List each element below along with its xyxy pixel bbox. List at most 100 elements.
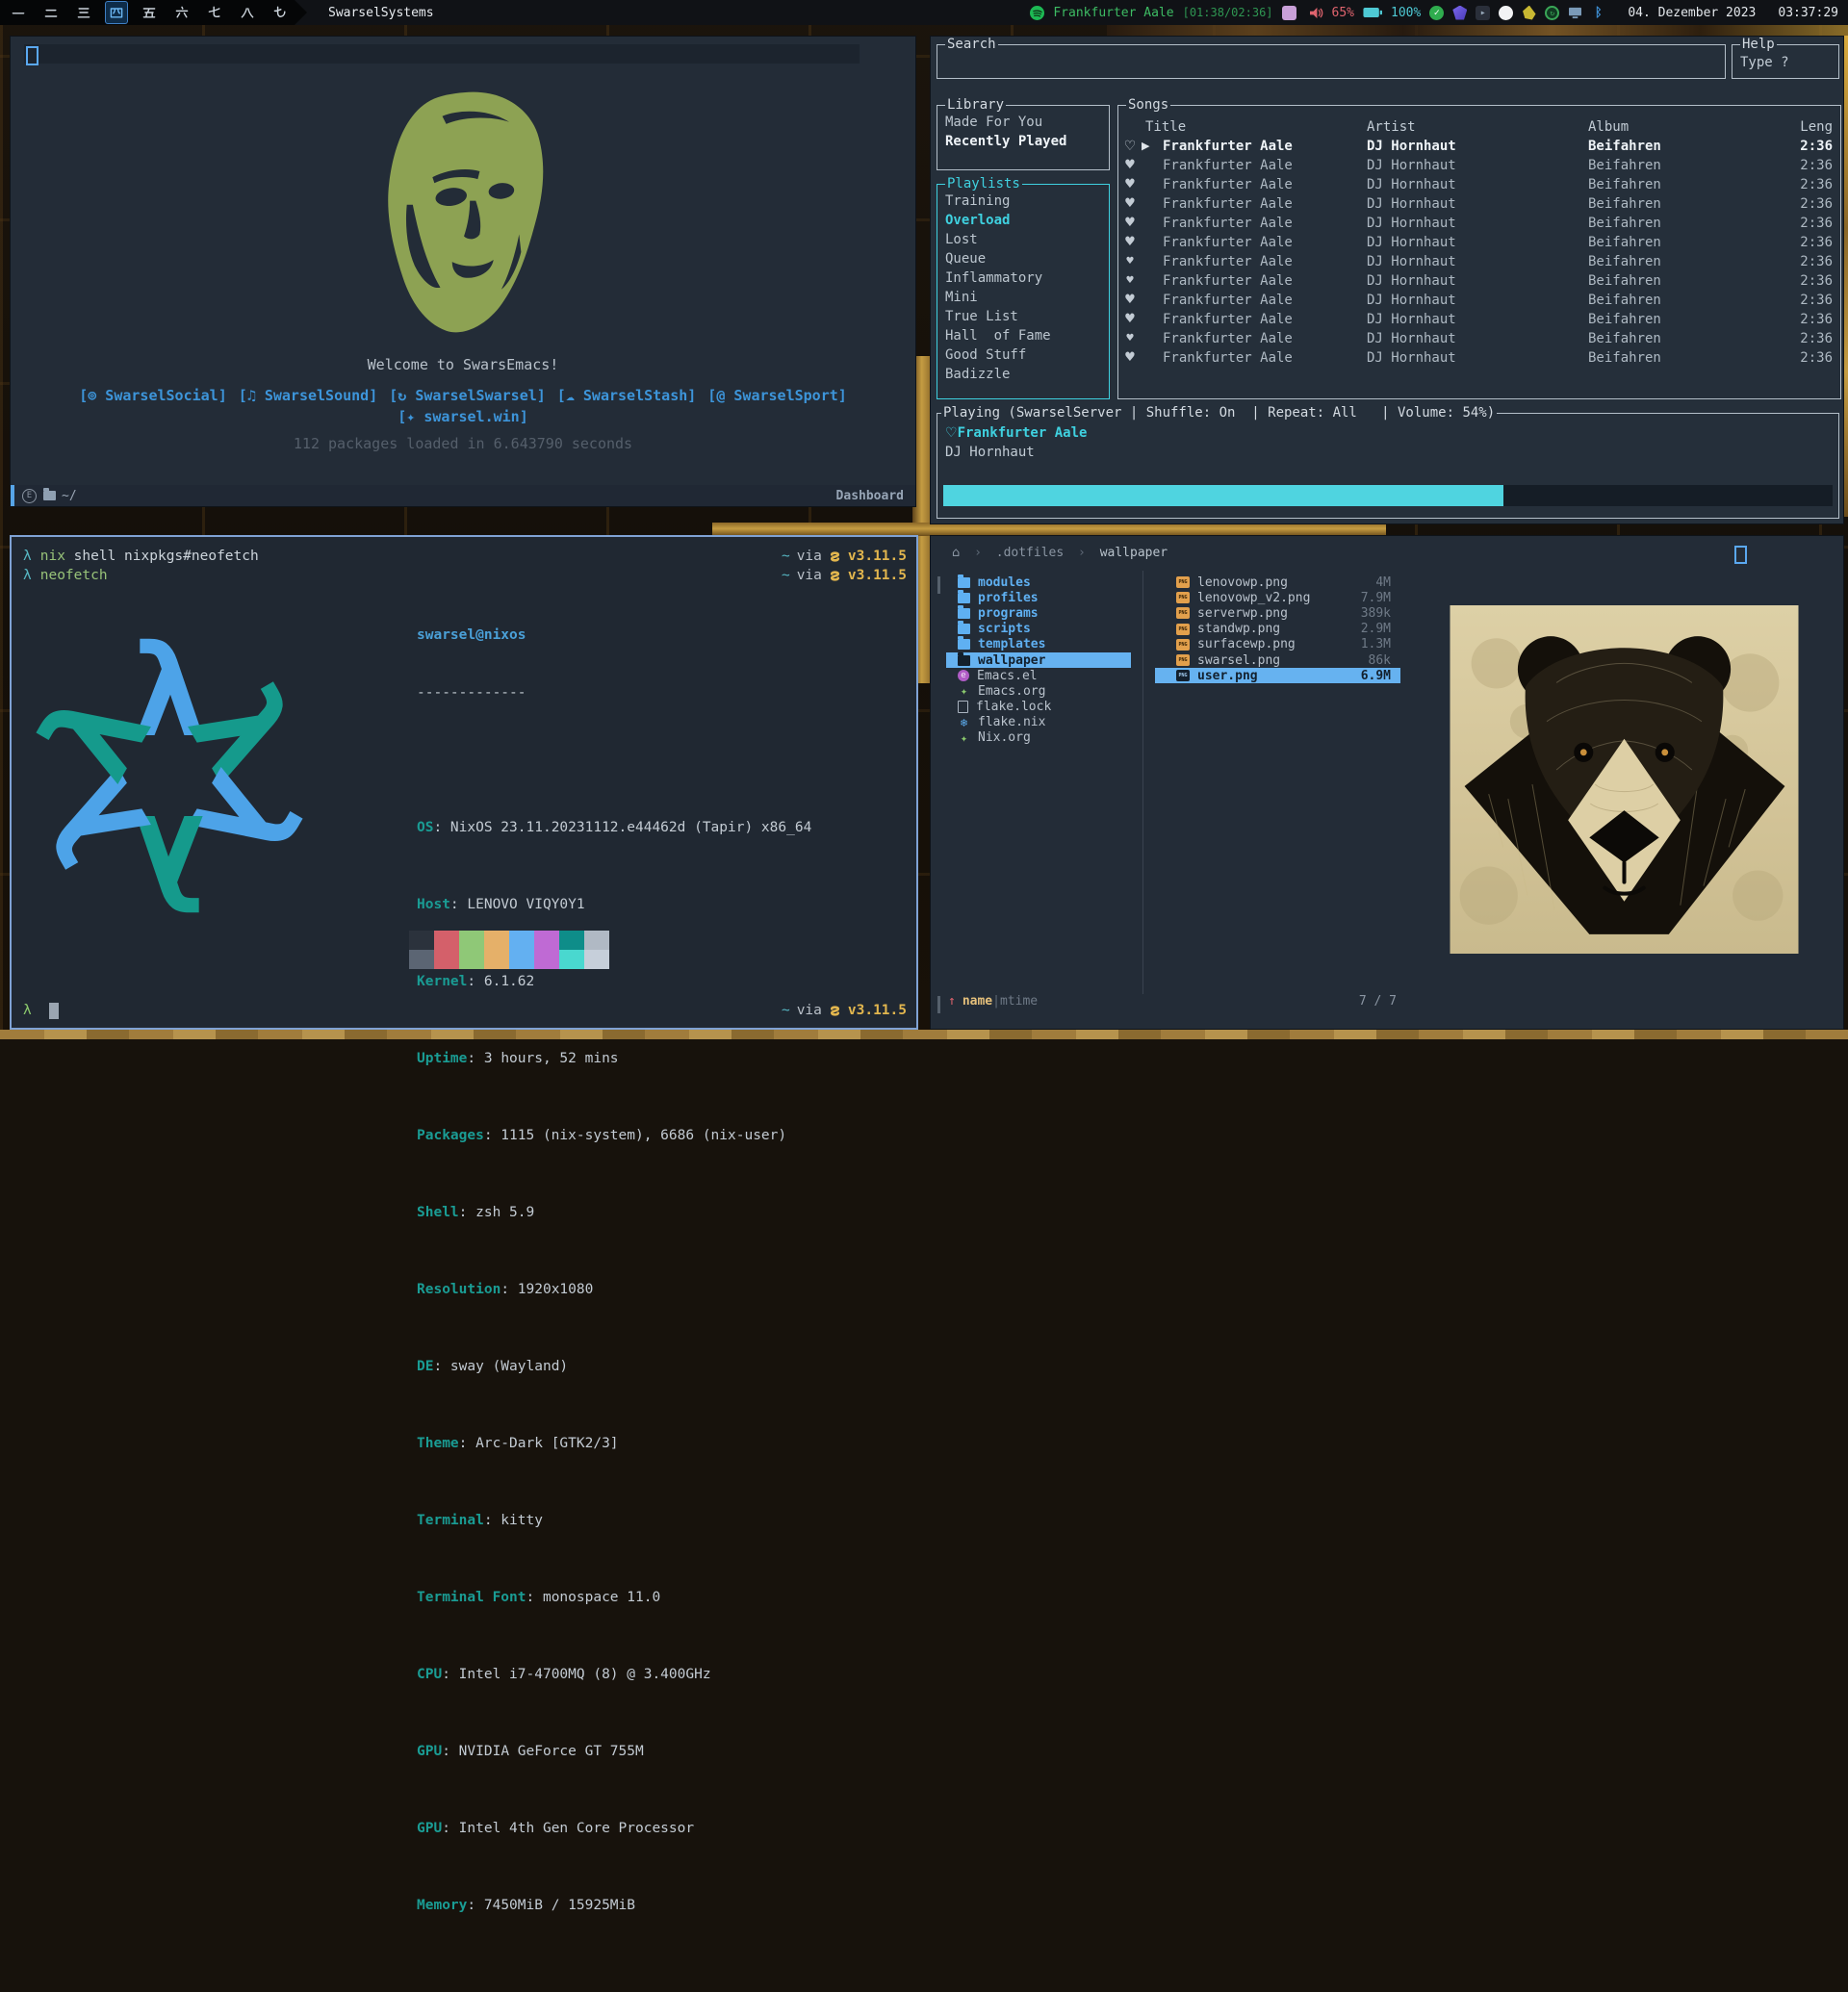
workspace-button[interactable]	[204, 2, 225, 23]
playlist-item[interactable]: Hall of Fame	[945, 326, 1109, 345]
file-row[interactable]: PNG swarsel.png 86k	[1155, 652, 1400, 668]
file-row[interactable]: wallpaper	[946, 652, 1131, 668]
dashboard-link[interactable]: [⊚ SwarselSocial]	[79, 387, 227, 404]
workspace-button[interactable]	[106, 2, 127, 23]
tray-discord-icon[interactable]	[1499, 6, 1513, 20]
file-row[interactable]: templates	[946, 637, 1131, 652]
library-item[interactable]: Made For You	[945, 113, 1109, 132]
song-row[interactable]: ♥ Frankfurter Aale DJ Hornhaut Beifahren…	[1118, 214, 1840, 233]
breadcrumb-parent[interactable]: .dotfiles	[996, 546, 1064, 560]
dashboard-link-swarsel-win[interactable]: [✦ swarsel.win]	[11, 408, 915, 425]
tray-syncthing-icon[interactable]: ↻	[1545, 6, 1559, 20]
song-row[interactable]: ♥ Frankfurter Aale DJ Hornhaut Beifahren…	[1118, 329, 1840, 348]
file-row[interactable]: e Emacs.el	[946, 668, 1131, 683]
file-row[interactable]: PNG serverwp.png 389k	[1155, 605, 1400, 621]
dashboard-link[interactable]: [♫ SwarselSound]	[239, 387, 378, 404]
song-row[interactable]: ♥ Frankfurter Aale DJ Hornhaut Beifahren…	[1118, 156, 1840, 175]
terminal-window[interactable]: λ nix shell nixpkgs#neofetch ~ via v3.11…	[10, 535, 918, 1030]
heart-icon[interactable]: ♥	[1118, 310, 1142, 329]
file-row[interactable]: PNG lenovowp.png 4M	[1155, 575, 1400, 590]
workspace-button[interactable]	[171, 2, 192, 23]
workspace-button[interactable]	[139, 2, 160, 23]
battery-icon[interactable]	[1363, 7, 1382, 18]
neofetch-user-host: swarsel@nixos	[417, 626, 811, 645]
workspace-button[interactable]	[8, 2, 29, 23]
file-row[interactable]: scripts	[946, 622, 1131, 637]
heart-icon[interactable]: ♥	[1118, 271, 1142, 291]
playlist-item[interactable]: Inflammatory	[945, 268, 1109, 288]
playlist-item[interactable]: Overload	[945, 211, 1109, 230]
emacs-window[interactable]: Welcome to SwarsEmacs! [⊚ SwarselSocial]…	[10, 36, 916, 507]
playlist-item[interactable]: Lost	[945, 230, 1109, 249]
workspace-button[interactable]	[270, 2, 291, 23]
playlist-item[interactable]: True List	[945, 307, 1109, 326]
file-row[interactable]: PNG surfacewp.png 1.3M	[1155, 637, 1400, 652]
workspace-button[interactable]	[237, 2, 258, 23]
playlist-item[interactable]: Mini	[945, 288, 1109, 307]
song-row[interactable]: ♥ Frankfurter Aale DJ Hornhaut Beifahren…	[1118, 233, 1840, 252]
playlist-item[interactable]: Training	[945, 192, 1109, 211]
emacs-top-line[interactable]	[24, 44, 860, 64]
dashboard-link[interactable]: [↻ SwarselSwarsel]	[389, 387, 546, 404]
tray-crystal-icon[interactable]	[1452, 6, 1467, 20]
python-icon	[829, 570, 841, 582]
tray-check-icon[interactable]: ✓	[1429, 6, 1444, 20]
heart-icon[interactable]: ♥	[1118, 194, 1142, 214]
heart-icon[interactable]: ♥	[1118, 291, 1142, 310]
song-row[interactable]: ♥ Frankfurter Aale DJ Hornhaut Beifahren…	[1118, 291, 1840, 310]
spotify-icon[interactable]	[1030, 6, 1044, 20]
file-row[interactable]: PNG standwp.png 2.9M	[1155, 622, 1400, 637]
file-row[interactable]: ❄ flake.nix	[946, 715, 1131, 730]
workspace-button[interactable]	[40, 2, 62, 23]
song-row[interactable]: ♥ Frankfurter Aale DJ Hornhaut Beifahren…	[1118, 310, 1840, 329]
home-icon[interactable]: ⌂	[952, 546, 960, 560]
tray-bluetooth-icon[interactable]: ᛒ	[1591, 6, 1605, 20]
music-player-window[interactable]: Search Help Type ? Library Made For YouR…	[930, 36, 1844, 524]
song-row[interactable]: ♥ Frankfurter Aale DJ Hornhaut Beifahren…	[1118, 252, 1840, 271]
file-row[interactable]: ✦ Emacs.org	[946, 683, 1131, 699]
heart-icon[interactable]: ♥	[1118, 329, 1142, 348]
song-row[interactable]: ♥ Frankfurter Aale DJ Hornhaut Beifahren…	[1118, 194, 1840, 214]
workspace-button[interactable]	[73, 2, 94, 23]
file-row[interactable]: profiles	[946, 590, 1131, 605]
playlist-item[interactable]: Badizzle	[945, 365, 1109, 384]
playlist-item[interactable]: Good Stuff	[945, 345, 1109, 365]
song-row[interactable]: ♥ Frankfurter Aale DJ Hornhaut Beifahren…	[1118, 348, 1840, 368]
file-row[interactable]: PNG lenovowp_v2.png 7.9M	[1155, 590, 1400, 605]
library-item[interactable]: Recently Played	[945, 132, 1109, 151]
song-row[interactable]: ♥ Frankfurter Aale DJ Hornhaut Beifahren…	[1118, 175, 1840, 194]
file-row[interactable]: PNG user.png 6.9M	[1155, 668, 1400, 683]
dashboard-link[interactable]: [☁ SwarselStash]	[557, 387, 697, 404]
heart-icon[interactable]: ♥	[1118, 175, 1142, 194]
song-artist: DJ Hornhaut	[1367, 137, 1588, 156]
tray-wall-icon[interactable]	[1282, 6, 1296, 20]
heart-icon[interactable]: ♡	[945, 425, 958, 441]
heart-icon[interactable]: ♡	[1118, 137, 1142, 156]
header-title: Title	[1145, 117, 1367, 137]
heart-icon[interactable]: ♥	[1118, 156, 1142, 175]
tray-bird-icon[interactable]	[1522, 6, 1536, 20]
search-box[interactable]: Search	[937, 44, 1726, 79]
volume-icon[interactable]	[1309, 7, 1323, 19]
heart-icon[interactable]: ♥	[1118, 252, 1142, 271]
terminal-prompt[interactable]: λ	[23, 1001, 59, 1020]
progress-bar[interactable]	[943, 485, 1833, 506]
heart-icon[interactable]: ♥	[1118, 214, 1142, 233]
tray-console-icon[interactable]: ▸	[1476, 6, 1490, 20]
wallpaper-frame-horizontal	[712, 523, 1386, 536]
pane-scrollbar[interactable]	[937, 576, 940, 594]
song-row[interactable]: ♥ Frankfurter Aale DJ Hornhaut Beifahren…	[1118, 271, 1840, 291]
heart-icon[interactable]: ♥	[1118, 233, 1142, 252]
playlist-item[interactable]: Queue	[945, 249, 1109, 268]
file-row[interactable]: flake.lock	[946, 700, 1131, 715]
file-manager-window[interactable]: ⌂ › .dotfiles › wallpaper modules profil…	[930, 535, 1844, 1030]
file-row[interactable]: ✦ Nix.org	[946, 730, 1131, 746]
file-row[interactable]: modules	[946, 575, 1131, 590]
heart-icon[interactable]: ♥	[1118, 348, 1142, 368]
file-row[interactable]: programs	[946, 605, 1131, 621]
sort-indicator[interactable]: ↑ name | mtime	[948, 994, 1038, 1009]
dashboard-link[interactable]: [@ SwarselSport]	[707, 387, 847, 404]
song-row[interactable]: ♡ ▶ Frankfurter Aale DJ Hornhaut Beifahr…	[1118, 137, 1840, 156]
now-playing-track[interactable]: Frankfurter Aale	[1053, 6, 1173, 20]
tray-monitor-icon[interactable]	[1568, 7, 1582, 19]
